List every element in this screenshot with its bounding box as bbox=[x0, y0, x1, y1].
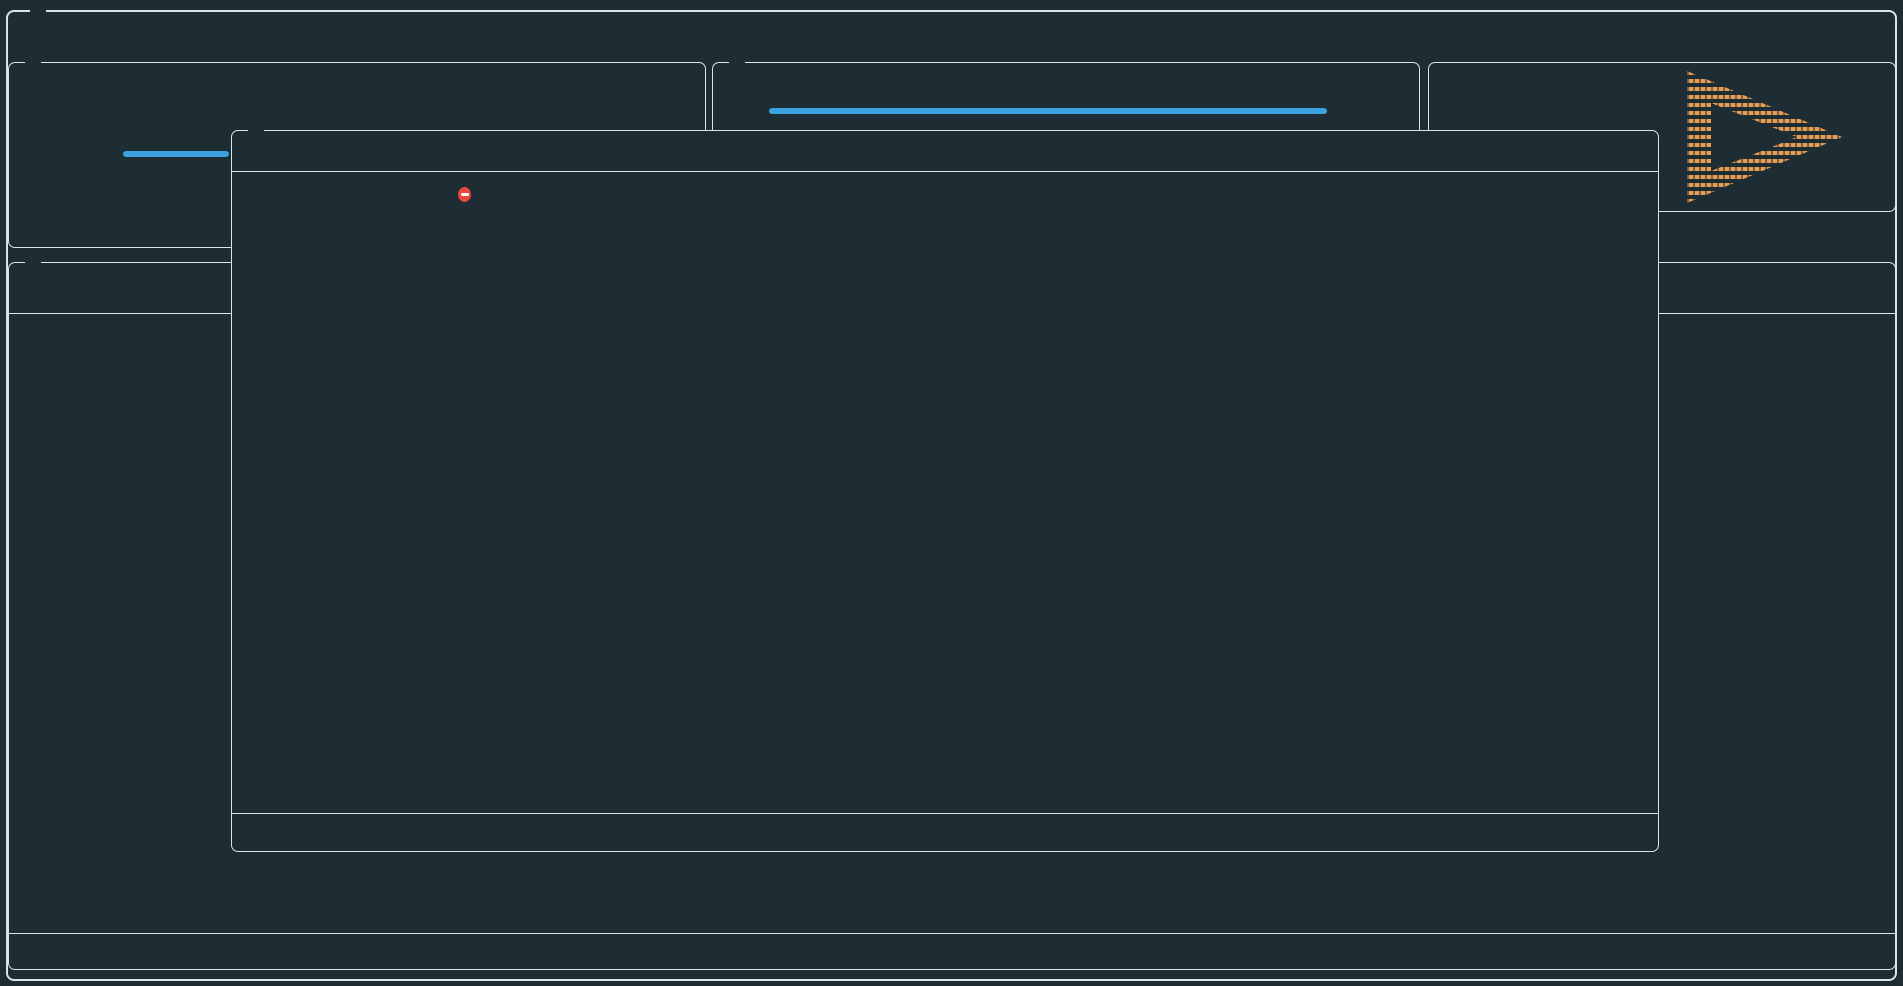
movie-info-title bbox=[248, 120, 264, 140]
movies-panel-title bbox=[25, 252, 41, 272]
movies-footer-divider bbox=[9, 933, 1895, 934]
modal-tabs-divider bbox=[232, 171, 1658, 172]
modal-footer-divider bbox=[232, 813, 1658, 814]
app-title bbox=[30, 3, 46, 23]
disk-usage-bar bbox=[123, 151, 229, 157]
download-progress-bar bbox=[769, 108, 1327, 114]
rejected-column-icon bbox=[458, 185, 471, 205]
column-source[interactable] bbox=[263, 185, 328, 205]
downloads-panel-title bbox=[729, 52, 745, 72]
movie-info-modal bbox=[231, 130, 1659, 852]
stats-panel-title bbox=[25, 52, 41, 72]
